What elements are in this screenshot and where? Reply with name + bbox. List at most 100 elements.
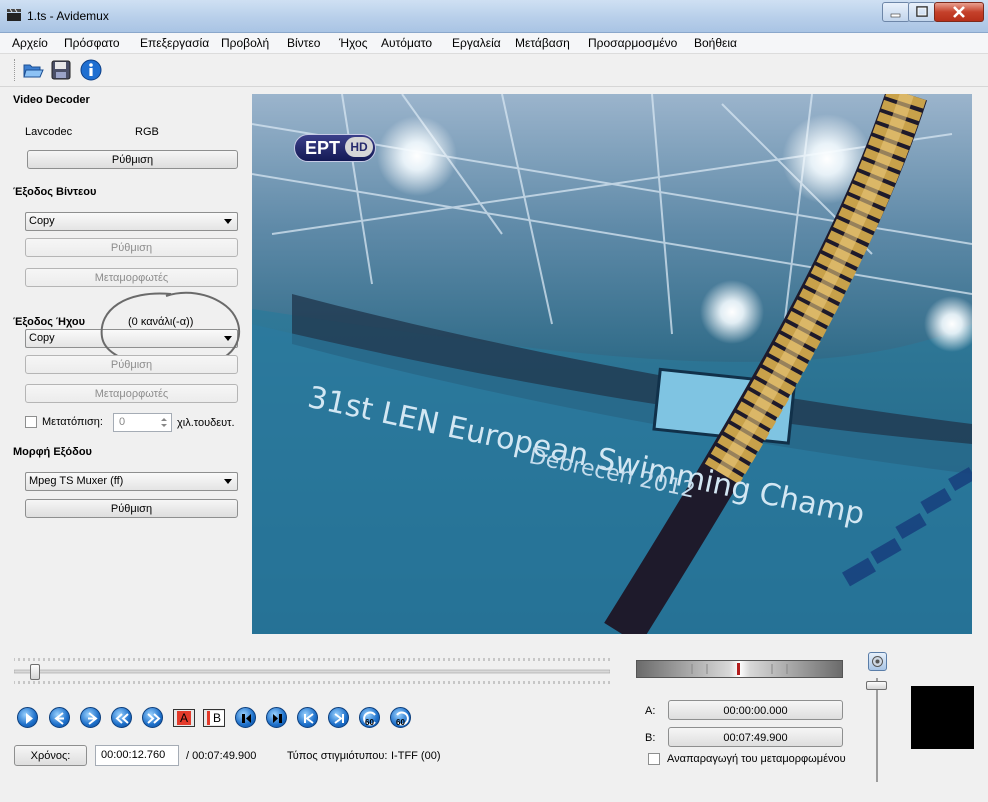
maximize-icon	[916, 6, 928, 17]
avidemux-window: 1.ts - Avidemux Αρχείο Πρόσφατο Επεξεργα…	[0, 0, 988, 802]
info-icon[interactable]	[80, 59, 102, 81]
audio-filters-button[interactable]: Μεταμορφωτές	[25, 384, 238, 403]
muxer-select[interactable]: Mpeg TS Muxer (ff)	[25, 472, 238, 491]
play-filtered-checkbox[interactable]	[648, 753, 660, 765]
timeline-handle[interactable]	[29, 664, 40, 680]
play-icon	[26, 713, 33, 724]
back-60-button[interactable]: 60	[359, 707, 380, 728]
forward-button[interactable]	[80, 707, 101, 728]
menu-edit[interactable]: Επεξεργασία	[140, 36, 209, 50]
total-time: / 00:07:49.900	[186, 750, 257, 762]
chevron-down-icon	[224, 479, 232, 484]
video-configure-button[interactable]: Ρύθμιση	[25, 238, 238, 257]
close-button[interactable]	[934, 2, 984, 22]
output-preview	[911, 686, 974, 749]
go-last-button[interactable]	[328, 707, 349, 728]
clapperboard-icon	[7, 9, 21, 21]
audio-shift-checkbox[interactable]	[25, 416, 37, 428]
menu-custom[interactable]: Προσαρμοσμένο	[588, 36, 677, 50]
video-codec-select[interactable]: Copy	[25, 212, 238, 231]
timeline-ticks	[13, 658, 611, 684]
marker-a-icon: A	[177, 711, 191, 725]
speaker-icon	[872, 656, 883, 667]
video-codec-value: Copy	[29, 215, 55, 227]
forward-60-button[interactable]: 60	[390, 707, 411, 728]
previous-frame-icon	[115, 713, 129, 724]
channel-logo: ΕΡΤ HD	[294, 134, 376, 162]
forward-icon	[88, 712, 98, 725]
muxer-configure-button[interactable]: Ρύθμιση	[25, 499, 238, 518]
decoder-configure-button[interactable]: Ρύθμιση	[27, 150, 238, 169]
menu-audio[interactable]: Ήχος	[339, 36, 368, 50]
window-title: 1.ts - Avidemux	[27, 9, 109, 23]
video-preview[interactable]: 31st LEN European Swimming Champ Debrece…	[252, 94, 972, 634]
audio-output-heading: Έξοδος Ήχου	[13, 316, 86, 328]
menu-help[interactable]: Βοήθεια	[694, 36, 737, 50]
volume-button[interactable]	[868, 652, 887, 671]
menu-view[interactable]: Προβολή	[221, 36, 269, 50]
play-filtered-label: Αναπαραγωγή του μεταμορφωμένου	[667, 753, 846, 765]
menu-go[interactable]: Μετάβαση	[515, 36, 570, 50]
menu-file[interactable]: Αρχείο	[12, 36, 48, 50]
menu-recent[interactable]: Πρόσφατο	[64, 36, 120, 50]
folder-open-icon[interactable]	[22, 59, 44, 81]
selection-a-button[interactable]: 00:00:00.000	[668, 700, 843, 720]
marker-b-button[interactable]: B	[203, 709, 225, 727]
next-black-frame-button[interactable]	[266, 707, 287, 728]
video-frame-image	[252, 94, 972, 634]
jog-shuttle-ticks	[661, 663, 818, 675]
audio-codec-value: Copy	[29, 332, 55, 344]
previous-frame-button[interactable]	[111, 707, 132, 728]
video-decoder-heading: Video Decoder	[13, 94, 90, 106]
chevron-down-icon	[224, 219, 232, 224]
next-black-frame-icon	[273, 714, 282, 723]
jog-shuttle[interactable]	[636, 660, 843, 678]
video-output-heading: Έξοδος Βίντεου	[13, 186, 97, 198]
spinner-arrows-icon[interactable]	[158, 415, 170, 430]
maximize-button[interactable]	[908, 2, 936, 22]
channel-logo-text: ΕΡΤ	[305, 138, 341, 158]
time-button[interactable]: Χρόνος:	[14, 745, 87, 766]
frame-type-label: Τύπος στιγμιότυπου:	[287, 750, 388, 762]
close-icon	[953, 6, 965, 18]
rewind-icon	[54, 712, 64, 725]
go-first-icon	[304, 713, 314, 724]
menu-tools[interactable]: Εργαλεία	[452, 36, 501, 50]
forward-60-label: 60	[396, 718, 405, 727]
menu-bar: Αρχείο Πρόσφατο Επεξεργασία Προβολή Βίντ…	[0, 33, 988, 54]
selection-a-label: A:	[645, 705, 656, 717]
decoder-colorspace: RGB	[135, 126, 159, 138]
volume-slider[interactable]	[866, 678, 888, 782]
frame-type-value: I-TFF (00)	[391, 750, 441, 762]
audio-shift-unit: χιλ.τουδευτ.	[177, 417, 235, 429]
go-last-icon	[334, 713, 344, 724]
next-frame-icon	[147, 713, 161, 724]
volume-slider-track	[876, 678, 878, 782]
marker-b-icon: B	[207, 711, 224, 725]
output-format-heading: Μορφή Εξόδου	[13, 446, 92, 458]
audio-shift-label: Μετατόπιση:	[42, 416, 103, 428]
minimize-icon	[890, 13, 901, 18]
floppy-save-icon[interactable]	[50, 59, 72, 81]
menu-auto[interactable]: Αυτόματο	[381, 36, 432, 50]
timeline-slider[interactable]	[13, 656, 611, 686]
audio-shift-value: 0	[119, 416, 126, 428]
title-bar[interactable]: 1.ts - Avidemux	[0, 0, 988, 33]
back-60-label: 60	[365, 718, 374, 727]
muxer-value: Mpeg TS Muxer (ff)	[29, 475, 124, 487]
audio-shift-input[interactable]: 0	[113, 413, 172, 432]
next-frame-button[interactable]	[142, 707, 163, 728]
marker-a-button[interactable]: A	[173, 709, 195, 727]
rewind-button[interactable]	[49, 707, 70, 728]
play-button[interactable]	[17, 707, 38, 728]
volume-handle[interactable]	[866, 680, 887, 690]
selection-b-button[interactable]: 00:07:49.900	[668, 727, 843, 747]
minimize-button[interactable]	[882, 2, 910, 22]
toolbar	[0, 54, 988, 87]
menu-video[interactable]: Βίντεο	[287, 36, 320, 50]
previous-black-frame-button[interactable]	[235, 707, 256, 728]
current-time-input[interactable]: 00:00:12.760	[95, 745, 179, 766]
audio-configure-button[interactable]: Ρύθμιση	[25, 355, 238, 374]
go-first-button[interactable]	[297, 707, 318, 728]
channel-logo-hd: HD	[345, 137, 373, 157]
